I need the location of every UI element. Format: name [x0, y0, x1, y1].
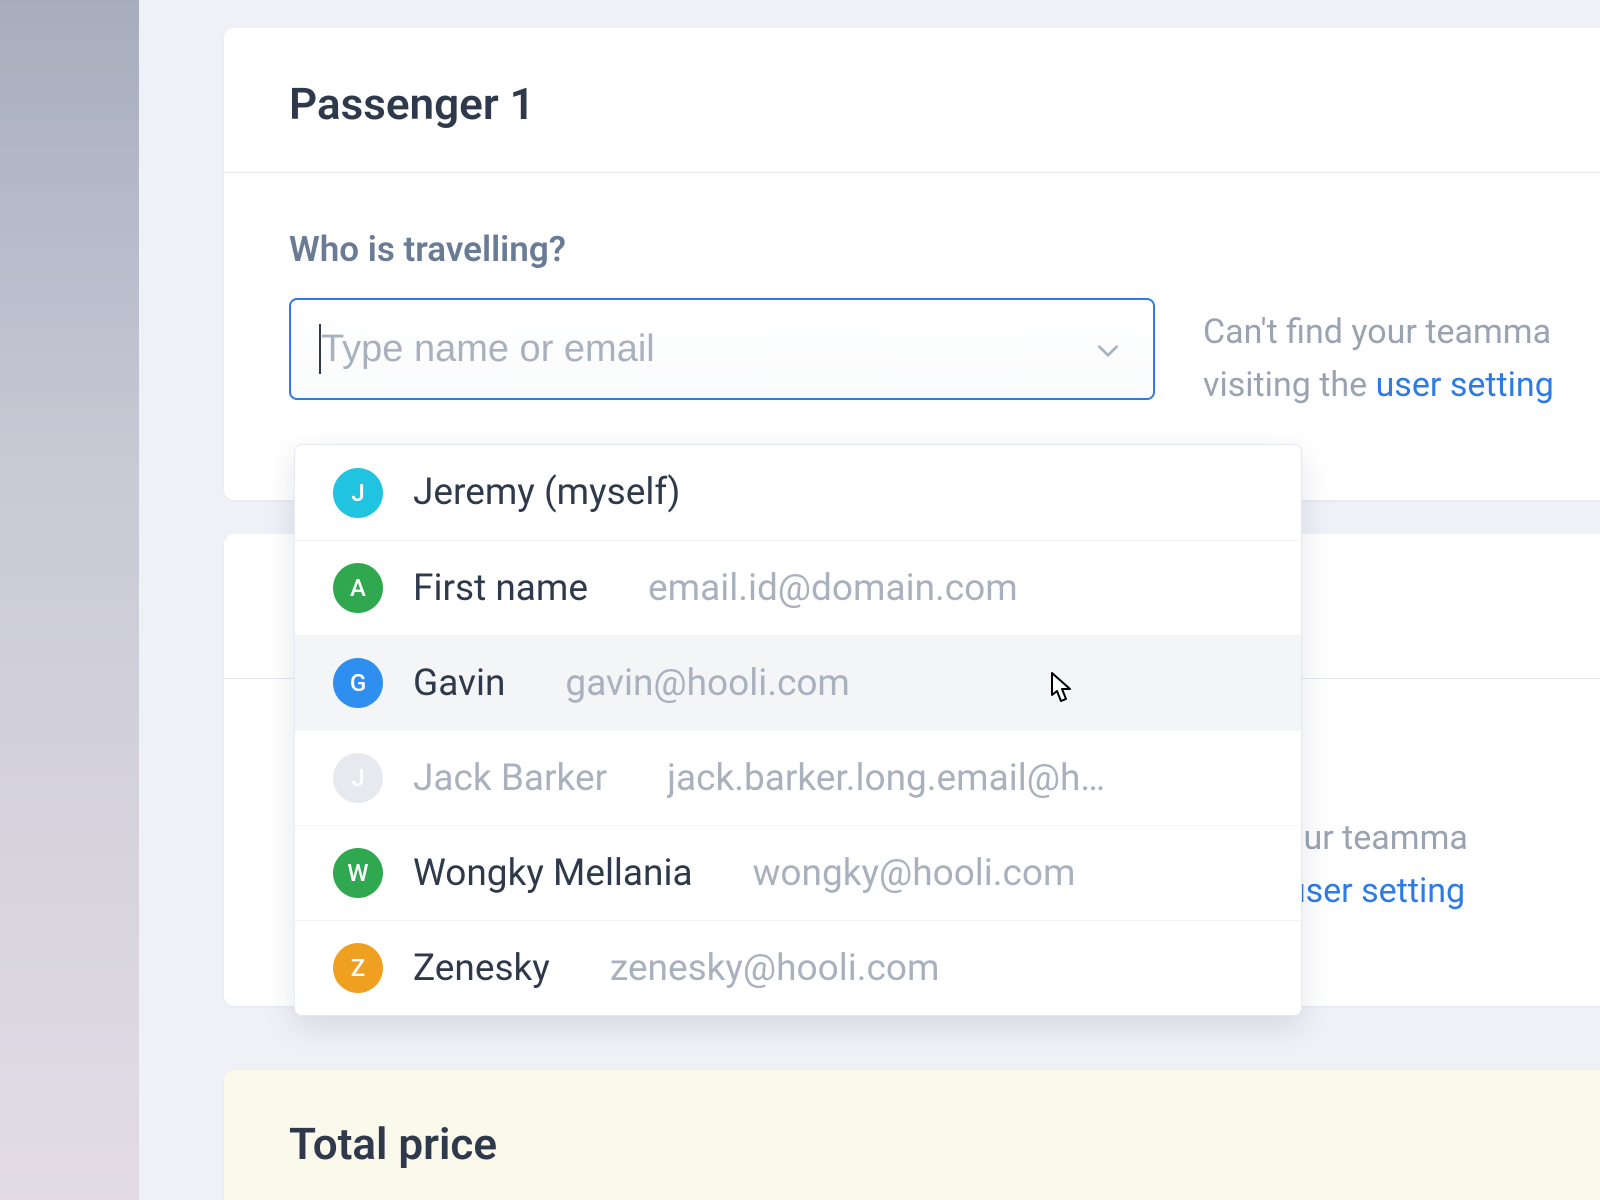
sidebar-image-strip [0, 0, 139, 1200]
avatar: G [333, 658, 383, 708]
dropdown-item-name: Zenesky [413, 947, 550, 990]
user-settings-link[interactable]: user setting [1376, 365, 1554, 405]
who-travelling-label: Who is travelling? [224, 173, 1600, 298]
passenger-combobox[interactable] [289, 298, 1155, 400]
hint-text-2: visiting the [1203, 365, 1376, 405]
total-price-title: Total price [224, 1070, 1600, 1170]
passenger-dropdown: J Jeremy (myself) A First name email.id@doma… [294, 444, 1302, 1016]
avatar: W [333, 848, 383, 898]
avatar: J [333, 753, 383, 803]
text-caret [319, 324, 321, 374]
dropdown-item[interactable]: G Gavin gavin@hooli.com [295, 635, 1301, 730]
dropdown-item[interactable]: J Jack Barker jack.barker.long.email@h… [295, 730, 1301, 825]
dropdown-item-name: First name [413, 567, 588, 610]
avatar: Z [333, 943, 383, 993]
dropdown-item-email: jack.barker.long.email@h… [667, 757, 1263, 800]
pointer-cursor-icon [1044, 669, 1080, 711]
dropdown-item-email: zenesky@hooli.com [610, 947, 1263, 990]
chevron-down-icon[interactable] [1095, 338, 1121, 364]
dropdown-item-email: wongky@hooli.com [753, 852, 1263, 895]
dropdown-item-name: Gavin [413, 662, 505, 705]
dropdown-item[interactable]: A First name email.id@domain.com [295, 540, 1301, 635]
teammate-hint: Can't find your teamma visiting the user… [1203, 298, 1554, 411]
passenger-card-1: Passenger 1 Who is travelling? Can't fin… [224, 28, 1600, 500]
dropdown-item-email: gavin@hooli.com [565, 662, 1263, 705]
passenger-field-row: Can't find your teamma visiting the user… [224, 298, 1600, 411]
avatar: A [333, 563, 383, 613]
total-price-card: Total price [224, 1070, 1600, 1200]
hint-text-1: Can't find your teamma [1203, 312, 1551, 352]
dropdown-item-name: Wongky Mellania [413, 852, 693, 895]
avatar: J [333, 468, 383, 518]
user-settings-link-2[interactable]: user setting [1287, 871, 1465, 911]
dropdown-item[interactable]: Z Zenesky zenesky@hooli.com [295, 920, 1301, 1015]
dropdown-item[interactable]: J Jeremy (myself) [295, 445, 1301, 540]
passenger-title: Passenger 1 [224, 28, 1600, 172]
dropdown-item-email: email.id@domain.com [648, 567, 1263, 610]
dropdown-item-name: Jack Barker [413, 757, 607, 800]
dropdown-item[interactable]: W Wongky Mellania wongky@hooli.com [295, 825, 1301, 920]
passenger-input[interactable] [289, 298, 1155, 400]
dropdown-item-name: Jeremy (myself) [413, 471, 680, 514]
